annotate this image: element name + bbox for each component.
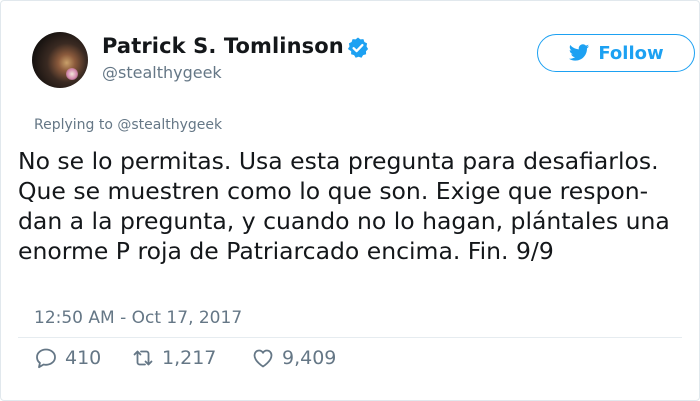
tweet-timestamp[interactable]: 12:50 AM - Oct 17, 2017: [34, 308, 242, 328]
twitter-bird-icon: [569, 44, 590, 61]
tweet-line: enorme P roja de Patriarcado encima. Fin…: [18, 237, 554, 265]
tweet-text: No se lo permitas. Usa esta pregunta par…: [18, 146, 694, 266]
follow-button[interactable]: Follow: [537, 34, 695, 72]
verified-badge-icon: [347, 37, 369, 58]
tweet-line: dan a la pregunta, y cuando no lo hagan,…: [18, 207, 670, 235]
reply-context[interactable]: Replying to @stealthygeek: [34, 117, 222, 133]
tweet-line: No se lo permitas. Usa esta pregunta par…: [18, 147, 659, 175]
reply-button[interactable]: 410: [34, 345, 101, 371]
tweet-card: Patrick S. Tomlinson @stealthygeek Follo…: [0, 0, 700, 401]
divider: [18, 337, 682, 338]
reply-count: 410: [65, 347, 102, 369]
heart-icon: [253, 349, 273, 368]
like-count: 9,409: [282, 347, 337, 369]
tweet-line: Que se muestren como lo que son. Exige q…: [18, 177, 649, 205]
like-button[interactable]: 9,409: [251, 345, 336, 371]
retweet-button[interactable]: 1,217: [131, 345, 216, 371]
reply-icon: [36, 348, 56, 369]
avatar[interactable]: [32, 32, 88, 88]
retweet-icon: [133, 350, 153, 366]
retweet-count: 1,217: [162, 347, 217, 369]
follow-button-label: Follow: [598, 42, 664, 64]
author-name[interactable]: Patrick S. Tomlinson: [102, 34, 344, 58]
author-handle[interactable]: @stealthygeek: [102, 63, 222, 82]
avatar-light: [66, 68, 78, 80]
